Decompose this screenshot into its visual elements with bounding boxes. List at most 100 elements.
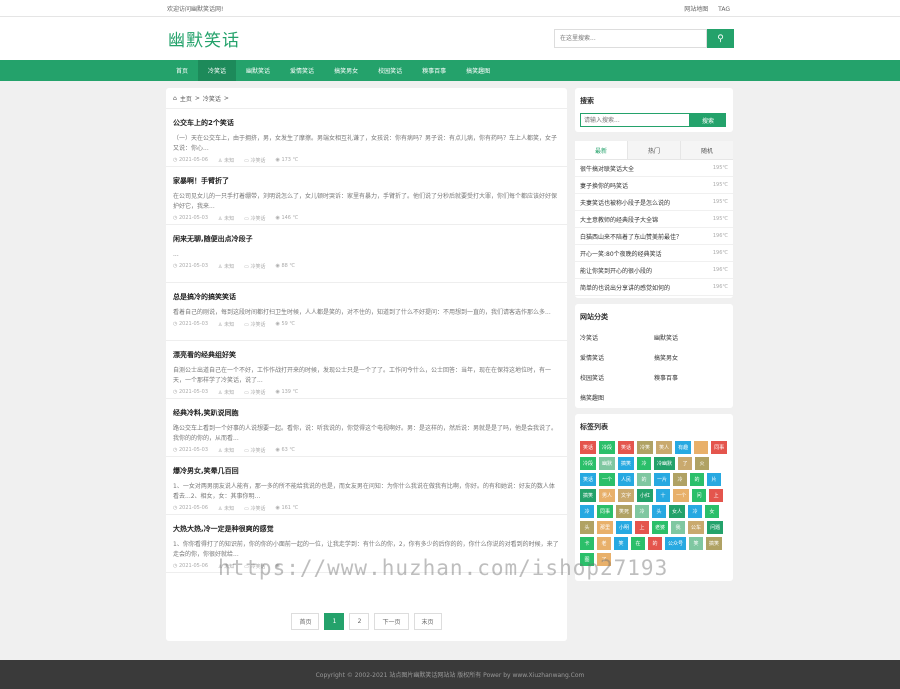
header-search-button[interactable]: ⚲: [707, 29, 734, 48]
tag-link[interactable]: 文字: [618, 489, 635, 502]
rank-tab[interactable]: 最新: [575, 141, 627, 159]
rank-tab[interactable]: 随机: [680, 141, 733, 159]
article-title[interactable]: 经典冷料,笑趴说同胞: [173, 408, 559, 418]
tag-link[interactable]: 搞笑: [618, 457, 635, 470]
tag-link[interactable]: 上: [709, 489, 724, 502]
tag-link[interactable]: 冷笑: [637, 441, 654, 454]
tag-link[interactable]: 笑话: [580, 473, 597, 486]
article-title[interactable]: 大热大热,冷一定是种很爽的感觉: [173, 524, 559, 534]
tag-link[interactable]: 搞笑: [706, 537, 723, 550]
rank-item[interactable]: 夫妻笑话也被称小段子是怎么说的 195℃: [575, 194, 733, 211]
article-category[interactable]: 冷笑话: [250, 564, 265, 570]
tag-link[interactable]: 一个: [673, 489, 690, 502]
tag-link[interactable]: 头: [580, 521, 594, 534]
breadcrumb-current[interactable]: 冷笑话: [203, 94, 221, 103]
tag-link[interactable]: [694, 441, 709, 454]
sidebar-search-button[interactable]: 搜索: [690, 113, 726, 127]
rank-title[interactable]: 开心一笑:80个夜晚的经典笑话: [580, 249, 662, 258]
nav-item[interactable]: 幽默笑话: [236, 60, 280, 81]
sitemap-link[interactable]: 网站地图: [684, 6, 708, 13]
tag-link[interactable]: 问: [692, 489, 707, 502]
tag-link[interactable]: 冷: [580, 505, 594, 518]
article-category[interactable]: 冷笑话: [250, 322, 265, 328]
nav-item[interactable]: 糗事百事: [412, 60, 456, 81]
rank-title[interactable]: 夫妻笑话也被称小段子是怎么说的: [580, 198, 670, 207]
category-link[interactable]: 幽默笑话: [654, 327, 728, 347]
tag-link[interactable]: 十: [656, 489, 671, 502]
tag-link[interactable]: 笑话: [618, 441, 635, 454]
tag-link[interactable]: 冷: [635, 505, 650, 518]
rank-item[interactable]: 简单的也说出分享讲的感觉如何的 196℃: [575, 279, 733, 296]
tag-link[interactable]: 我: [671, 521, 686, 534]
header-search-input[interactable]: [554, 29, 707, 48]
pager-first[interactable]: 首页: [291, 613, 320, 630]
nav-item[interactable]: 首页: [166, 60, 198, 81]
tag-link[interactable]: 同事: [597, 505, 614, 518]
pager-page-2[interactable]: 2: [349, 613, 370, 630]
tag-link[interactable]: 笑: [614, 537, 628, 550]
tag-link[interactable]: 冷幽默: [654, 457, 676, 470]
article-title[interactable]: 闲来无聊,随便出点冷段子: [173, 234, 559, 244]
rank-title[interactable]: 简单的也说出分享讲的感觉如何的: [580, 283, 670, 292]
tag-link[interactable]: 女: [705, 505, 720, 518]
rank-item[interactable]: 开心一笑:80个夜晚的经典笑话 196℃: [575, 245, 733, 262]
article-title[interactable]: 家暴啊！手臂折了: [173, 176, 559, 186]
tag-link[interactable]: 的: [690, 473, 705, 486]
tag-link[interactable]: 了: [597, 553, 611, 566]
article-title[interactable]: 漂亮看的经典组好笑: [173, 350, 559, 360]
tag-link[interactable]: 小明: [616, 521, 633, 534]
tag-link[interactable]: 图: [580, 553, 594, 566]
tag-link[interactable]: 笑人: [656, 441, 673, 454]
tag-link[interactable]: 冷段: [580, 457, 597, 470]
tag-link[interactable]: 冷段: [599, 441, 616, 454]
category-link[interactable]: 爱情笑话: [580, 347, 654, 367]
nav-item[interactable]: 校园笑话: [368, 60, 412, 81]
pager-page-1[interactable]: 1: [324, 613, 345, 630]
rank-item[interactable]: 白猫西山来不陪着了东山赞美前最佳？ 196℃: [575, 228, 733, 245]
tag-link[interactable]: 卡: [580, 537, 594, 550]
nav-item[interactable]: 搞笑趣图: [456, 60, 500, 81]
rank-title[interactable]: 白猫西山来不陪着了东山赞美前最佳？: [580, 232, 682, 241]
article-category[interactable]: 冷笑话: [250, 158, 265, 164]
sidebar-search-input[interactable]: [580, 113, 690, 127]
category-link[interactable]: 冷笑话: [580, 327, 654, 347]
rank-item[interactable]: 妻子换你的吗笑话 195℃: [575, 177, 733, 194]
tag-link[interactable]: 同事: [711, 441, 728, 454]
tag-link[interactable]: 老: [597, 537, 611, 550]
category-link[interactable]: 搞笑男女: [654, 347, 728, 367]
tag-link[interactable]: 火: [695, 457, 710, 470]
tag-link[interactable]: 的: [648, 537, 662, 550]
tag-link[interactable]: 公众号: [665, 537, 687, 550]
article-category[interactable]: 冷笑话: [250, 264, 265, 270]
rank-title[interactable]: 很牛搞对联笑话大全: [580, 164, 634, 173]
nav-item[interactable]: 搞笑男女: [324, 60, 368, 81]
category-link[interactable]: 糗事百事: [654, 367, 728, 387]
tag-link[interactable]: 在: [631, 537, 645, 550]
rank-title[interactable]: 妻子换你的吗笑话: [580, 181, 628, 190]
tag-link[interactable]: 笑死: [616, 505, 633, 518]
article-title[interactable]: 爆冷男女,笑晕几百回: [173, 466, 559, 476]
breadcrumb-home[interactable]: 主页: [180, 94, 192, 103]
tag-link[interactable]: 笑话: [580, 441, 597, 454]
site-logo[interactable]: 幽默笑话: [168, 26, 240, 51]
tag-link[interactable]: 冷: [688, 505, 703, 518]
tag-link[interactable]: 小红: [637, 489, 654, 502]
tag-link[interactable]: 人民: [618, 473, 635, 486]
article-category[interactable]: 冷笑话: [250, 390, 265, 396]
article-category[interactable]: 冷笑话: [250, 506, 265, 512]
tag-link[interactable]: 女人: [669, 505, 686, 518]
tag-link[interactable]: 冷: [637, 457, 652, 470]
nav-item[interactable]: 爱情笑话: [280, 60, 324, 81]
pager-last[interactable]: 末页: [413, 613, 442, 630]
tag-link[interactable]: 头: [652, 505, 667, 518]
tag-link[interactable]: 那里: [597, 521, 614, 534]
tag-link[interactable]: 的: [637, 473, 652, 486]
tag-link[interactable]: 一个: [599, 473, 616, 486]
tag-link[interactable]: 片: [707, 473, 722, 486]
category-link[interactable]: 校园笑话: [580, 367, 654, 387]
nav-item[interactable]: 冷笑话: [198, 60, 237, 81]
tag-link[interactable]: 公车: [688, 521, 705, 534]
tag-link[interactable]: 有趣: [675, 441, 692, 454]
article-title[interactable]: 公交车上的2个笑话: [173, 118, 559, 128]
tag-link[interactable]: TAG: [718, 6, 730, 13]
